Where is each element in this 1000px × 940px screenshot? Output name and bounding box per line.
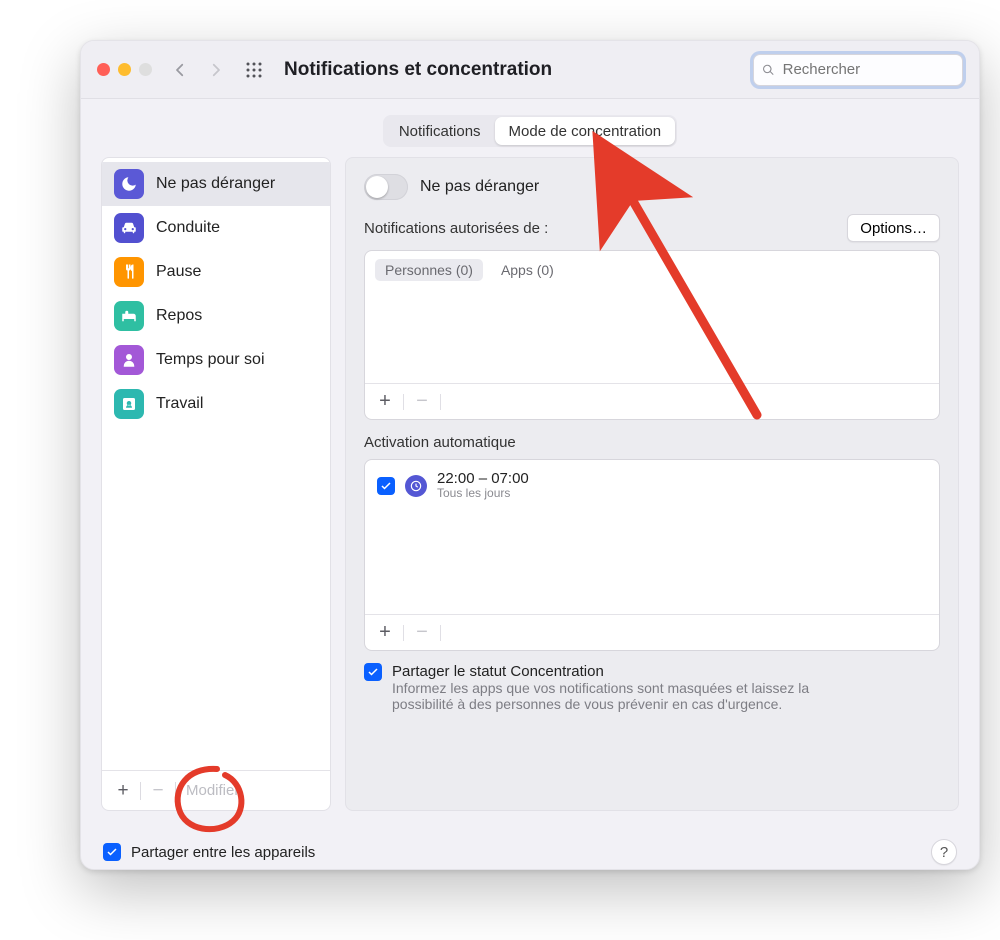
do-not-disturb-toggle-label: Ne pas déranger: [420, 178, 539, 196]
sidebar-item-sleep[interactable]: Repos: [102, 294, 330, 338]
focus-mode-sidebar: Ne pas déranger Conduite Pause: [101, 157, 331, 811]
clock-icon: [405, 475, 427, 497]
add-schedule-button[interactable]: +: [373, 621, 397, 644]
bottom-row: Partager entre les appareils ?: [81, 829, 979, 865]
back-button[interactable]: [166, 56, 194, 84]
fork-icon: [114, 257, 144, 287]
search-field[interactable]: [753, 54, 963, 86]
divider: [440, 394, 441, 410]
share-across-devices-label: Partager entre les appareils: [131, 844, 315, 861]
sidebar-item-label: Travail: [156, 395, 203, 413]
schedule-checkbox[interactable]: [377, 477, 395, 495]
minimize-window-button[interactable]: [118, 63, 131, 76]
share-across-devices-checkbox[interactable]: [103, 843, 121, 861]
tab-apps[interactable]: Apps (0): [491, 259, 564, 281]
divider: [140, 782, 141, 800]
remove-focus-button[interactable]: −: [145, 780, 171, 802]
options-button[interactable]: Options…: [847, 214, 940, 242]
share-status-title: Partager le statut Concentration: [392, 663, 852, 680]
tab-notifications[interactable]: Notifications: [385, 117, 495, 145]
close-window-button[interactable]: [97, 63, 110, 76]
car-icon: [114, 213, 144, 243]
sidebar-item-break[interactable]: Pause: [102, 250, 330, 294]
help-button[interactable]: ?: [931, 839, 957, 865]
tab-switcher: Notifications Mode de concentration: [81, 99, 979, 157]
sidebar-footer: + − Modifier: [102, 770, 330, 810]
allowed-list-body: [365, 281, 939, 383]
search-input[interactable]: [781, 60, 954, 79]
show-all-icon[interactable]: [240, 56, 268, 84]
add-focus-button[interactable]: +: [110, 780, 136, 802]
remove-schedule-button[interactable]: −: [410, 621, 434, 644]
sidebar-item-label: Temps pour soi: [156, 351, 265, 369]
moon-icon: [114, 169, 144, 199]
sidebar-item-do-not-disturb[interactable]: Ne pas déranger: [102, 162, 330, 206]
do-not-disturb-toggle[interactable]: [364, 174, 408, 200]
forward-button[interactable]: [202, 56, 230, 84]
sidebar-item-label: Repos: [156, 307, 202, 325]
add-allowed-button[interactable]: +: [373, 390, 397, 413]
tab-focus[interactable]: Mode de concentration: [495, 117, 676, 145]
share-status-checkbox[interactable]: [364, 663, 382, 681]
schedule-listbox: 22:00 – 07:00 Tous les jours + −: [364, 459, 940, 651]
focus-mode-list: Ne pas déranger Conduite Pause: [102, 158, 330, 770]
preferences-window: Notifications et concentration Notificat…: [80, 40, 980, 870]
search-icon: [762, 63, 775, 77]
sidebar-item-driving[interactable]: Conduite: [102, 206, 330, 250]
sidebar-item-label: Pause: [156, 263, 201, 281]
schedule-sub: Tous les jours: [437, 487, 529, 501]
zoom-window-button[interactable]: [139, 63, 152, 76]
focus-detail-panel: Ne pas déranger Notifications autorisées…: [345, 157, 959, 811]
tab-people[interactable]: Personnes (0): [375, 259, 483, 281]
sidebar-item-label: Conduite: [156, 219, 220, 237]
schedule-time: 22:00 – 07:00: [437, 470, 529, 487]
sidebar-item-personal-time[interactable]: Temps pour soi: [102, 338, 330, 382]
divider: [440, 625, 441, 641]
schedule-row[interactable]: 22:00 – 07:00 Tous les jours: [365, 460, 939, 511]
window-toolbar: Notifications et concentration: [81, 41, 979, 99]
modify-button[interactable]: Modifier: [186, 782, 239, 799]
allowed-notifications-label: Notifications autorisées de :: [364, 220, 548, 237]
traffic-lights: [97, 63, 152, 76]
share-status-description: Informez les apps que vos notifications …: [392, 680, 852, 712]
person-icon: [114, 345, 144, 375]
bed-icon: [114, 301, 144, 331]
divider: [403, 625, 404, 641]
allowed-listbox: Personnes (0) Apps (0) + −: [364, 250, 940, 420]
divider: [175, 782, 176, 800]
sidebar-item-label: Ne pas déranger: [156, 175, 275, 193]
auto-activation-label: Activation automatique: [364, 434, 940, 451]
divider: [403, 394, 404, 410]
badge-icon: [114, 389, 144, 419]
window-title: Notifications et concentration: [284, 59, 552, 81]
sidebar-item-work[interactable]: Travail: [102, 382, 330, 426]
remove-allowed-button[interactable]: −: [410, 390, 434, 413]
